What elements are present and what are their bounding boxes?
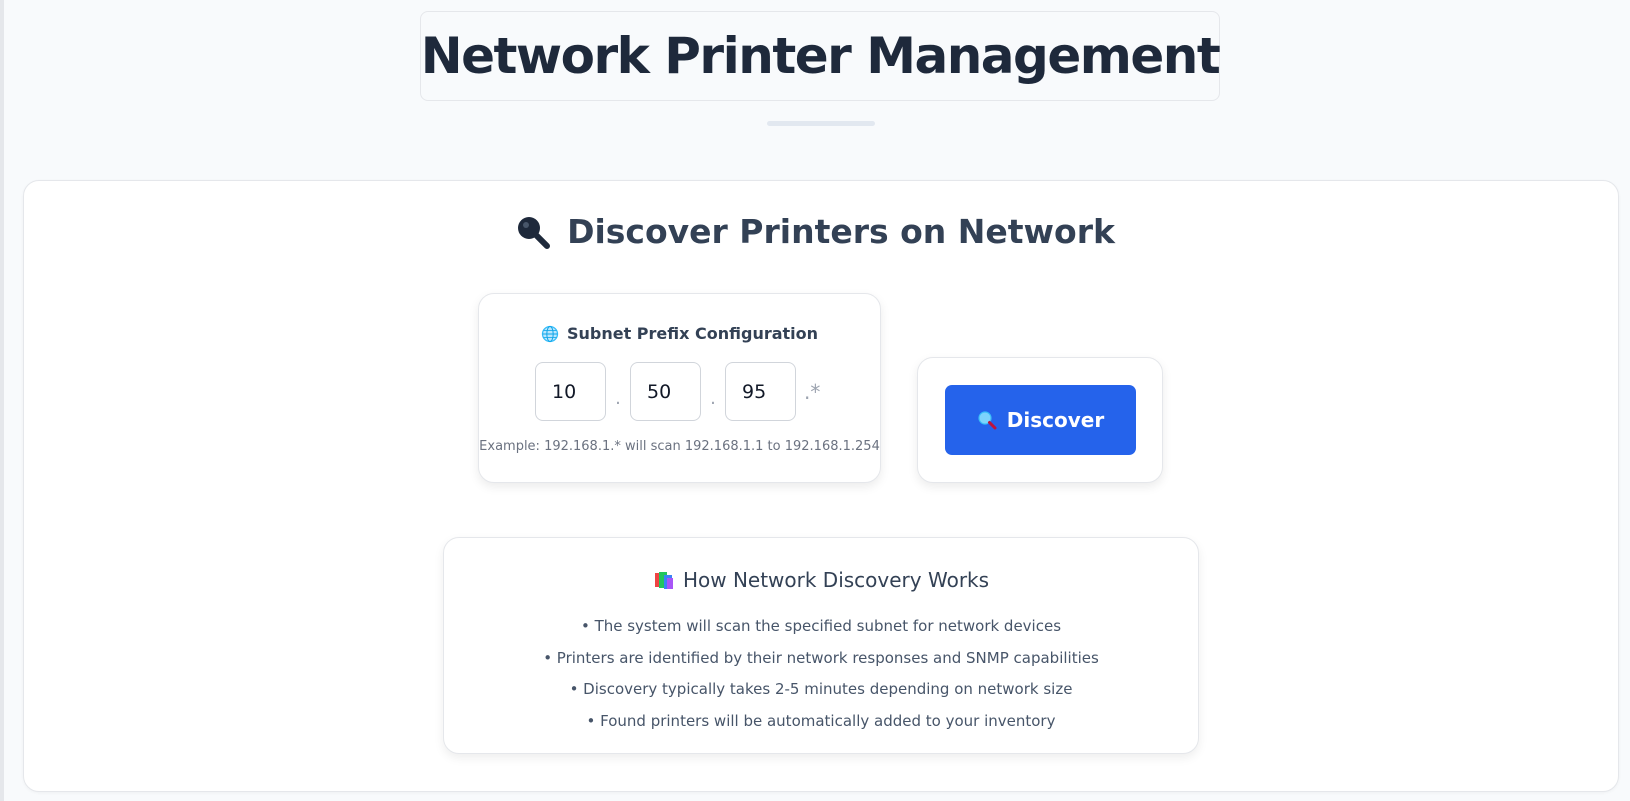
page-header: Network Printer Management — [420, 11, 1221, 101]
subnet-example-hint: Example: 192.168.1.* will scan 192.168.1… — [479, 439, 880, 454]
page-title: Network Printer Management — [420, 27, 1221, 85]
window-edge — [0, 0, 4, 801]
discover-section-title: Discover Printers on Network — [567, 212, 1115, 251]
subnet-config-card: Subnet Prefix Configuration . . .* Examp… — [478, 293, 881, 483]
info-item: • Discovery typically takes 2-5 minutes … — [569, 680, 1073, 698]
info-heading: How Network Discovery Works — [444, 568, 1198, 592]
subnet-octets: . . .* — [535, 362, 820, 421]
info-item: • Printers are identified by their netwo… — [543, 648, 1099, 667]
wildcard-suffix: .* — [804, 379, 821, 404]
discover-section-header: Discover Printers on Network — [0, 212, 1630, 251]
octet-1-input[interactable] — [535, 362, 606, 421]
info-item: • Found printers will be automatically a… — [586, 711, 1056, 730]
octet-3-input[interactable] — [725, 362, 796, 421]
subnet-heading: Subnet Prefix Configuration — [479, 324, 880, 343]
octet-separator: . — [710, 388, 716, 409]
info-list: • The system will scan the specified sub… — [444, 611, 1198, 737]
app-root: Network Printer Management Discover Prin… — [0, 0, 1630, 801]
subnet-heading-label: Subnet Prefix Configuration — [566, 324, 819, 343]
discover-action-card: Discover — [917, 357, 1163, 483]
magnifier-icon — [518, 216, 551, 249]
discover-button[interactable]: Discover — [945, 385, 1136, 455]
discover-button-label: Discover — [1006, 408, 1105, 432]
octet-2-input[interactable] — [630, 362, 701, 421]
title-divider — [767, 121, 875, 126]
info-item: • The system will scan the specified sub… — [580, 617, 1062, 635]
info-heading-label: How Network Discovery Works — [682, 568, 990, 592]
discovery-info-card: How Network Discovery Works • The system… — [443, 537, 1199, 754]
books-icon — [654, 572, 673, 589]
magnifier-icon — [978, 411, 997, 430]
octet-separator: . — [615, 388, 621, 409]
globe-icon — [541, 325, 559, 342]
